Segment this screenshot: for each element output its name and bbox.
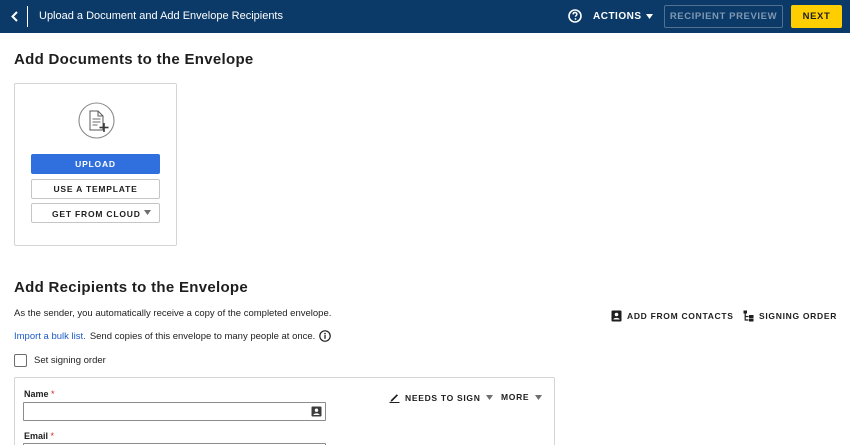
documents-heading: Add Documents to the Envelope (14, 51, 254, 68)
document-add-icon (78, 102, 115, 139)
chevron-left-icon (11, 11, 18, 22)
more-label: MORE (501, 392, 530, 402)
caret-down-icon (535, 394, 543, 400)
email-field-label: Email * (24, 431, 54, 441)
more-options-dropdown[interactable]: MORE (501, 392, 543, 402)
actions-menu-button[interactable]: ACTIONS (593, 9, 653, 24)
bulk-list-text: Send copies of this envelope to many peo… (89, 330, 316, 342)
set-signing-order-row: Set signing order (14, 354, 106, 367)
name-label-text: Name (24, 389, 49, 399)
name-input[interactable] (23, 402, 326, 421)
recipient-preview-button[interactable]: RECIPIENT PREVIEW (664, 5, 783, 28)
signing-order-button[interactable]: SIGNING ORDER (743, 310, 837, 322)
bulk-list-line: Import a bulk list. Send copies of this … (14, 330, 332, 342)
required-marker: * (50, 431, 55, 441)
import-bulk-list-link[interactable]: Import a bulk list. (14, 331, 86, 342)
pen-icon (389, 394, 400, 403)
back-button[interactable] (6, 6, 24, 27)
actions-label: ACTIONS (593, 11, 642, 22)
contact-card-icon[interactable] (311, 406, 322, 417)
recipient-card: Name * NEEDS TO SIGN MORE Email * (14, 377, 555, 445)
caret-down-icon (144, 210, 151, 215)
get-from-cloud-button[interactable]: GET FROM CLOUD (31, 203, 160, 223)
add-from-contacts-label: ADD FROM CONTACTS (627, 311, 734, 321)
email-label-text: Email (24, 431, 49, 441)
recipient-role-label: NEEDS TO SIGN (405, 392, 481, 403)
signing-order-label: SIGNING ORDER (759, 311, 838, 321)
question-circle-icon[interactable] (568, 9, 582, 23)
set-signing-order-label: Set signing order (34, 355, 106, 366)
upload-drop-zone[interactable]: UPLOAD USE A TEMPLATE GET FROM CLOUD (14, 83, 177, 246)
set-signing-order-checkbox[interactable] (14, 354, 27, 367)
recipient-role-dropdown[interactable]: NEEDS TO SIGN (389, 392, 493, 403)
signing-order-icon (743, 310, 754, 322)
get-from-cloud-label: GET FROM CLOUD (52, 209, 141, 219)
info-circle-icon[interactable] (319, 330, 332, 342)
recipients-heading: Add Recipients to the Envelope (14, 279, 249, 296)
upload-button[interactable]: UPLOAD (31, 154, 160, 174)
top-bar: Upload a Document and Add Envelope Recip… (0, 0, 850, 33)
caret-down-icon (645, 14, 653, 19)
use-template-button[interactable]: USE A TEMPLATE (31, 179, 160, 199)
sender-note: As the sender, you automatically receive… (14, 308, 332, 319)
add-from-contacts-button[interactable]: ADD FROM CONTACTS (611, 310, 734, 322)
caret-down-icon (485, 395, 493, 400)
contact-book-icon (611, 310, 622, 322)
next-button[interactable]: NEXT (791, 5, 842, 28)
page-title: Upload a Document and Add Envelope Recip… (39, 10, 283, 22)
top-bar-divider (27, 6, 28, 27)
name-field-label: Name * (24, 389, 55, 399)
required-marker: * (51, 389, 55, 399)
